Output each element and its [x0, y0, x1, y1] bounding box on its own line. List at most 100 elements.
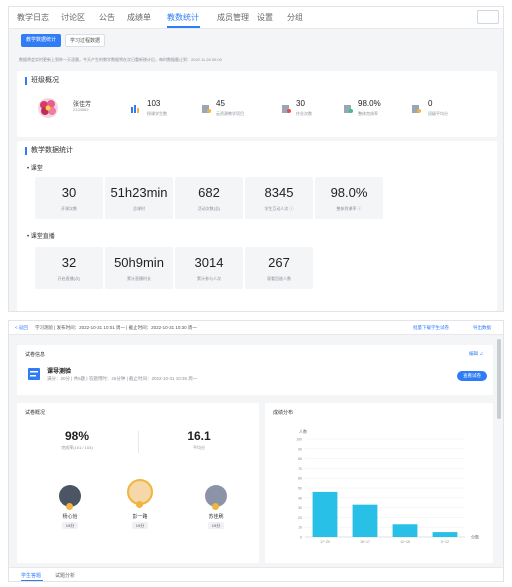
active-tab-indicator	[21, 580, 43, 581]
nav-discussion[interactable]: 讨论区	[61, 12, 85, 23]
top-student-name: 苏佳刷	[208, 514, 224, 520]
metric-live-participants: 3014 累计参与人次	[175, 247, 243, 289]
nav-teaching-stats[interactable]: 教数统计	[167, 12, 199, 23]
view-paper-button[interactable]: 查看试卷	[457, 371, 487, 381]
stat-value-avg-score: 0	[428, 99, 433, 108]
stat-label-completion: 整体完成率	[358, 111, 378, 116]
scrollbar[interactable]	[497, 339, 501, 419]
stat-label-students: 授课学生数	[147, 111, 167, 116]
y-tick-label: 10	[298, 526, 302, 530]
y-tick-label: 60	[298, 477, 302, 481]
back-link[interactable]: < 返回	[15, 325, 28, 331]
top-student-name: 杨心怡	[62, 514, 78, 520]
edit-link[interactable]: 编辑 ∠	[469, 351, 484, 357]
paper-overview-card: 试卷概况 98% 完成率(101 / 103) 16.1 平均分 杨心怡 19分…	[17, 403, 259, 563]
average-score: 16.1	[187, 429, 211, 443]
active-tab-indicator	[167, 26, 200, 28]
metric-live-duration: 50h9min 累计直播时长	[105, 247, 173, 289]
y-tick-label: 80	[298, 457, 302, 461]
y-tick-label: 30	[298, 506, 302, 510]
score-distribution-chart: 人数 0 10 20 30 40 50 60 70 80 90 100 17~20 15~17 12~15 0…	[296, 428, 479, 544]
nav-teaching-log[interactable]: 教学日志	[17, 12, 49, 23]
bar	[312, 491, 338, 537]
nav-groups[interactable]: 分组	[287, 12, 303, 23]
completion-rate: 98%	[64, 429, 90, 443]
score-icon	[412, 105, 421, 113]
rank-badge-icon	[136, 501, 143, 508]
stat-value-resources: 45	[216, 99, 225, 108]
y-tick-label: 20	[298, 516, 302, 520]
quiz-breadcrumb: 学习测验 | 发布时间：2022-10-31 10:01 周一 | 截止时间：2…	[35, 325, 197, 330]
y-tick-label: 90	[298, 447, 302, 451]
metric-activities: 682 活动次数(总)	[175, 177, 243, 219]
bar	[392, 524, 418, 537]
paper-doc-icon	[28, 368, 40, 380]
nav-settings[interactable]: 设置	[257, 12, 273, 23]
top-student-score: 19分	[62, 522, 78, 529]
classroom-title: • 课堂	[27, 166, 43, 172]
students-icon	[131, 105, 139, 113]
search-icon[interactable]	[477, 10, 499, 24]
test-icon	[282, 105, 291, 113]
rate-icon	[344, 105, 353, 113]
quiz-detail-panel: < 返回 学习测验 | 发布时间：2022-10-31 10:01 周一 | 截…	[8, 320, 504, 582]
tab-learning-process[interactable]: 学习过程数据	[65, 34, 105, 47]
x-tick-label: 12~15	[400, 540, 410, 544]
stat-value-students: 103	[147, 99, 161, 108]
tab-student-answers[interactable]: 学生答题	[21, 572, 41, 579]
tab-question-analysis[interactable]: 试题分析	[55, 572, 75, 579]
metric-live-count: 32 开启直播(次)	[35, 247, 103, 289]
quiz-topbar: < 返回 学习测验 | 发布时间：2022-10-31 10:01 周一 | 截…	[9, 321, 503, 335]
completion-detail: 完成率(101 / 103)	[61, 445, 93, 450]
stat-value-completion: 98.0%	[358, 99, 381, 108]
y-tick-label: 70	[298, 467, 302, 471]
stat-value-assignments: 30	[296, 99, 305, 108]
metric-attendance: 98.0% 整体到课率 ⓘ	[315, 177, 383, 219]
y-tick-label: 100	[296, 438, 302, 442]
stat-label-resources: 云资源教学项目	[216, 111, 244, 116]
overview-title: 试卷概况	[25, 410, 46, 416]
y-axis-label: 人数	[299, 428, 307, 434]
rank-badge-icon	[66, 503, 73, 510]
tab-teaching-data[interactable]: 教学数据统计	[21, 34, 61, 47]
top-student-score: 19分	[132, 522, 148, 529]
class-overview-title: 班级概况	[25, 77, 59, 85]
bar	[352, 504, 378, 537]
stat-label-avg-score: 班级平均分	[428, 111, 448, 116]
bottom-tabs: 学生答题 试题分析	[9, 567, 503, 581]
nav-announcement[interactable]: 公告	[99, 12, 115, 23]
nav-members[interactable]: 成员管理	[217, 12, 249, 23]
top-nav: 教学日志 讨论区 公告 成绩单 教数统计 成员管理 设置 分组	[9, 7, 503, 29]
top-student-name: 彭一路	[132, 514, 148, 520]
average-label: 平均分	[193, 445, 205, 450]
export-data-button[interactable]: 导出数据	[473, 325, 491, 331]
metric-replay-viewers: 267 观看回放人数	[245, 247, 313, 289]
teaching-stats-card: 教学数据统计 • 课堂 30 开课次数 51h23min 总课时 682 活动次数(总…	[17, 141, 497, 311]
bar	[432, 532, 458, 537]
class-overview-card: 班级概况 张佳芳 2124062 103 授课学生数 45 云资源教学项目 30…	[17, 71, 497, 137]
x-tick-label: 17~20	[320, 540, 330, 544]
nav-gradebook[interactable]: 成绩单	[127, 12, 151, 23]
paper-info-card: 试卷信息 编辑 ∠ 课导测验 满分：20分 | 共5题 | 答题用时：25分钟 …	[17, 345, 493, 395]
download-papers-button[interactable]: 批量下载学生试卷	[413, 325, 449, 331]
teaching-stats-title: 教学数据统计	[25, 147, 73, 155]
distribution-title: 成绩分布	[273, 410, 294, 416]
x-axis-label: 分数	[471, 534, 479, 540]
metric-sessions: 30 开课次数	[35, 177, 103, 219]
x-tick-label: 15~17	[360, 540, 370, 544]
y-tick-label: 0	[300, 536, 302, 540]
stat-label-assignments: 作业次数	[296, 111, 312, 116]
resource-icon	[202, 105, 211, 113]
paper-name: 课导测验	[47, 369, 72, 375]
data-notice: 数据将会实时更新上到昨一天凌晨，今天产生的教学数据将在次日重新统计后，每时数据截…	[19, 57, 222, 62]
y-tick-label: 40	[298, 496, 302, 500]
y-tick-label: 50	[298, 487, 302, 491]
metric-interactions: 8345 学生互动人次 ⓘ	[245, 177, 313, 219]
teacher-avatar-flower-icon	[38, 98, 58, 118]
teacher-id: 2124062	[73, 107, 89, 112]
paper-info-title: 试卷信息	[25, 352, 46, 358]
teaching-stats-panel: 教学日志 讨论区 公告 成绩单 教数统计 成员管理 设置 分组 教学数据统计 学…	[8, 6, 504, 312]
top-student-score: 19分	[208, 522, 224, 529]
x-tick-label: 0~12	[441, 540, 449, 544]
paper-meta: 满分：20分 | 共5题 | 答题用时：25分钟 | 截止时间：2022-10-…	[47, 376, 198, 381]
